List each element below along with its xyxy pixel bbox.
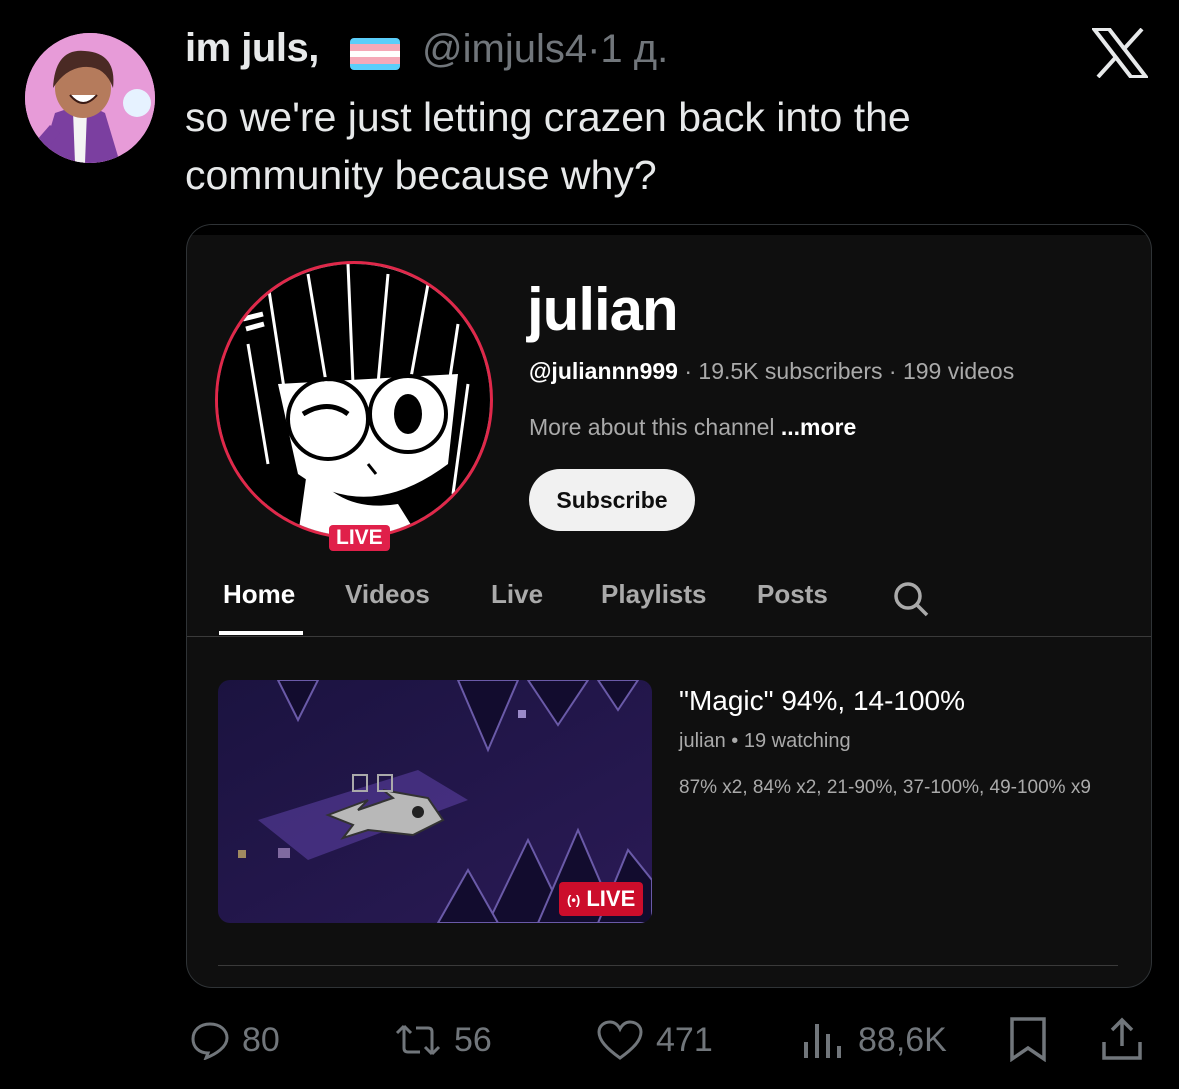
watching-count: 19 watching — [743, 730, 851, 752]
channel-handle: @juliannn999 — [529, 358, 678, 384]
like-count: 471 — [656, 1020, 713, 1059]
video-meta: julian • 19 watching — [679, 730, 851, 753]
tab-divider — [187, 636, 1151, 637]
search-icon[interactable] — [891, 579, 931, 619]
reply-button[interactable]: 80 — [190, 1015, 280, 1065]
bookmark-icon[interactable] — [1008, 1016, 1048, 1067]
tab-posts[interactable]: Posts — [757, 579, 828, 610]
view-count: 88,6K — [858, 1020, 947, 1059]
share-icon[interactable] — [1100, 1016, 1144, 1067]
meta-dot: · — [677, 358, 699, 384]
video-channel[interactable]: julian — [679, 730, 726, 752]
separator-dot: · — [587, 27, 601, 71]
author-name[interactable]: im juls, — [185, 26, 319, 71]
video-description: 87% x2, 84% x2, 21-90%, 37-100%, 49-100%… — [679, 777, 1091, 798]
heart-icon — [597, 1020, 643, 1060]
card-top-strip — [187, 225, 1151, 235]
channel-name: julian — [527, 276, 679, 343]
video-live-badge: (•) LIVE — [559, 882, 644, 916]
about-text: More about this channel — [529, 414, 775, 440]
reply-icon — [191, 1022, 229, 1060]
live-badge-label: LIVE — [586, 886, 636, 911]
channel-avatar[interactable] — [215, 261, 493, 539]
section-divider — [218, 965, 1118, 966]
media-card[interactable]: LIVE julian @juliannn999 · 19.5K subscri… — [186, 224, 1152, 988]
channel-meta: @juliannn999 · 19.5K subscribers · 199 v… — [529, 358, 1014, 385]
repost-count: 56 — [454, 1020, 492, 1059]
video-title[interactable]: "Magic" 94%, 14-100% — [679, 685, 965, 717]
x-logo-icon[interactable] — [1089, 27, 1151, 79]
author-avatar[interactable] — [25, 33, 155, 163]
views-button[interactable]: 88,6K — [802, 1015, 947, 1065]
repost-button[interactable]: 56 — [394, 1015, 492, 1065]
active-tab-indicator — [219, 631, 303, 635]
meta-dot: · — [882, 358, 903, 384]
avatar-live-badge: LIVE — [329, 525, 390, 551]
subscribe-button[interactable]: Subscribe — [529, 469, 695, 531]
more-link[interactable]: ...more — [775, 414, 856, 440]
tab-live[interactable]: Live — [491, 579, 543, 610]
tweet-text: so we're just letting crazen back into t… — [185, 94, 911, 198]
tweet-time[interactable]: 1 д. — [600, 27, 668, 71]
trans-flag-icon — [350, 38, 400, 70]
tab-home[interactable]: Home — [223, 579, 295, 610]
repost-icon — [395, 1024, 441, 1056]
tab-playlists[interactable]: Playlists — [601, 579, 707, 610]
author-handle[interactable]: @imjuls4 — [422, 27, 587, 71]
meta-bullet: • — [725, 730, 744, 752]
analytics-icon — [804, 1024, 841, 1058]
video-count: 199 videos — [902, 358, 1015, 384]
live-broadcast-icon: (•) — [567, 892, 581, 908]
reply-count: 80 — [242, 1020, 280, 1059]
like-button[interactable]: 471 — [596, 1015, 713, 1065]
tab-videos[interactable]: Videos — [345, 579, 430, 610]
subscriber-count: 19.5K subscribers — [698, 358, 883, 384]
flag-stripe — [350, 63, 400, 70]
channel-about[interactable]: More about this channel ...more — [529, 414, 856, 441]
author-handle-line: @imjuls4·1 д. — [422, 27, 668, 72]
